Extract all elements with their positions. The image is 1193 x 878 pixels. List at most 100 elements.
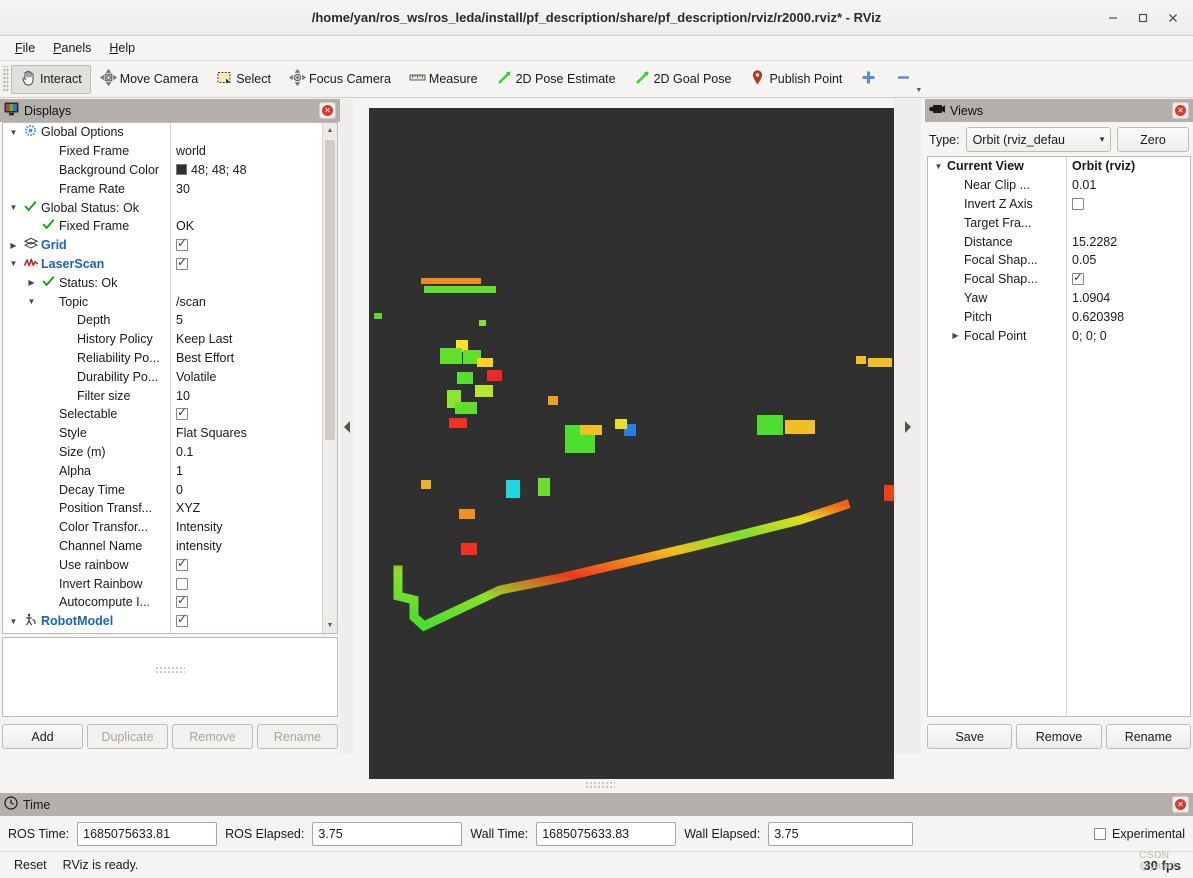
collapse-left-arrow-icon[interactable] (343, 420, 350, 433)
collapse-right-arrow-icon[interactable] (904, 420, 911, 433)
row-value-cell[interactable]: Orbit (rviz) (1066, 159, 1190, 173)
display-tree-row[interactable]: Color Transfor... Intensity (3, 518, 322, 537)
views-tree-row[interactable]: ▶ Focal Point 0; 0; 0 (928, 326, 1190, 345)
row-value-cell[interactable]: 0.1 (170, 445, 322, 459)
display-tree-row[interactable]: ▼ Global Status: Ok (3, 198, 322, 217)
displays-close-button[interactable]: ✕ (319, 102, 336, 119)
tool-interact-button[interactable]: Interact (11, 64, 91, 94)
display-tree-row[interactable]: Channel Name intensity (3, 537, 322, 556)
chevron-down-icon[interactable]: ▼ (7, 128, 20, 137)
display-tree-row[interactable]: Background Color 48; 48; 48 (3, 161, 322, 180)
displays-add-button[interactable]: Add (2, 724, 83, 749)
view-type-combobox[interactable]: Orbit (rviz_defau ▼ (965, 127, 1111, 152)
tool-2d-goal-pose-button[interactable]: 2D Goal Pose (625, 65, 741, 94)
display-tree-row[interactable]: Style Flat Squares (3, 424, 322, 443)
zero-button[interactable]: Zero (1117, 127, 1189, 152)
time-field-ros-elapsed[interactable]: 3.75 (312, 822, 463, 846)
display-tree-row[interactable]: ▼ Global Options (3, 123, 322, 142)
color-swatch[interactable] (176, 164, 187, 176)
display-tree-row[interactable]: Reliability Po... Best Effort (3, 349, 322, 368)
row-value-cell[interactable]: 15.2282 (1066, 235, 1190, 249)
row-value-cell[interactable]: 0.05 (1066, 253, 1190, 267)
chevron-down-icon[interactable]: ▼ (7, 203, 20, 212)
views-tree-row[interactable]: Focal Shap... 0.05 (928, 251, 1190, 270)
display-tree-row[interactable]: History Policy Keep Last (3, 330, 322, 349)
row-value-cell[interactable]: 1.0904 (1066, 291, 1190, 305)
display-tree-row[interactable]: Decay Time 0 (3, 480, 322, 499)
views-tree-row[interactable]: Near Clip ... 0.01 (928, 176, 1190, 195)
scroll-up-arrow-icon[interactable]: ▲ (323, 123, 337, 138)
row-value-cell[interactable]: 10 (170, 389, 322, 403)
display-tree-row[interactable]: Alpha 1 (3, 461, 322, 480)
displays-scrollbar-thumb[interactable] (325, 140, 335, 440)
row-value-cell[interactable] (1066, 197, 1190, 210)
row-value-cell[interactable] (170, 408, 322, 421)
display-tree-row[interactable]: Depth 5 (3, 311, 322, 330)
views-column-divider[interactable] (1066, 157, 1067, 716)
right-splitter[interactable] (894, 99, 921, 754)
views-tree-row[interactable]: ▼ Current View Orbit (rviz) (928, 157, 1190, 176)
row-value-cell[interactable]: Volatile (170, 370, 322, 384)
display-tree-row[interactable]: Selectable (3, 405, 322, 424)
chevron-down-icon[interactable]: ▼ (932, 162, 945, 171)
chevron-down-icon[interactable]: ▼ (7, 617, 20, 626)
display-tree-row[interactable]: ▶ Status: Ok (3, 273, 322, 292)
time-field-wall-elapsed[interactable]: 3.75 (768, 822, 914, 846)
tool-2d-pose-estimate-button[interactable]: 2D Pose Estimate (487, 65, 625, 94)
display-tree-row[interactable]: ▶ Grid (3, 236, 322, 255)
left-splitter[interactable] (340, 99, 353, 754)
row-value-cell[interactable] (170, 558, 322, 571)
tool-publish-point-button[interactable]: Publish Point (740, 65, 851, 94)
views-tree-row[interactable]: Distance 15.2282 (928, 232, 1190, 251)
row-value-cell[interactable]: world (170, 144, 322, 158)
row-value-cell[interactable]: OK (170, 219, 322, 233)
scroll-down-arrow-icon[interactable]: ▼ (323, 618, 337, 633)
row-value-cell[interactable] (170, 257, 322, 270)
row-value-cell[interactable]: 48; 48; 48 (170, 163, 322, 177)
toolbar-drag-handle[interactable] (2, 66, 9, 92)
minimize-button[interactable] (1099, 4, 1127, 32)
tool-plus-button[interactable] (851, 65, 886, 94)
views-tree-row[interactable]: Yaw 1.0904 (928, 289, 1190, 308)
row-value-cell[interactable]: Flat Squares (170, 426, 322, 440)
row-checkbox[interactable] (1072, 197, 1084, 210)
row-checkbox[interactable] (1072, 273, 1084, 286)
row-value-cell[interactable]: intensity (170, 539, 322, 553)
display-tree-row[interactable]: Autocompute I... (3, 593, 322, 612)
menu-panels[interactable]: Panels (44, 39, 100, 57)
views-save-button[interactable]: Save (927, 724, 1013, 749)
views-close-button[interactable]: ✕ (1172, 102, 1189, 119)
row-checkbox[interactable] (176, 577, 188, 590)
row-checkbox[interactable] (176, 408, 188, 421)
views-tree-row[interactable]: Focal Shap... (928, 270, 1190, 289)
row-checkbox[interactable] (176, 257, 188, 270)
display-tree-row[interactable]: Durability Po... Volatile (3, 367, 322, 386)
row-value-cell[interactable]: Best Effort (170, 351, 322, 365)
menu-file[interactable]: File (6, 39, 44, 57)
row-value-cell[interactable]: 1 (170, 464, 322, 478)
row-value-cell[interactable]: 0 (170, 483, 322, 497)
row-checkbox[interactable] (176, 615, 188, 628)
row-value-cell[interactable]: 0; 0; 0 (1066, 329, 1190, 343)
display-tree-row[interactable]: Use rainbow (3, 555, 322, 574)
time-close-button[interactable]: ✕ (1172, 796, 1189, 813)
chevron-right-icon[interactable]: ▶ (949, 331, 962, 340)
displays-tree[interactable]: ▼ Global Options Fixed Frame world Backgroun… (3, 123, 322, 633)
display-tree-row[interactable]: ▼ Topic/scan (3, 292, 322, 311)
maximize-button[interactable] (1129, 4, 1157, 32)
row-checkbox[interactable] (176, 596, 188, 609)
display-tree-row[interactable]: Size (m) 0.1 (3, 443, 322, 462)
row-value-cell[interactable]: 0.620398 (1066, 310, 1190, 324)
row-value-cell[interactable] (170, 577, 322, 590)
display-tree-row[interactable]: Fixed Frame world (3, 142, 322, 161)
row-value-cell[interactable]: Keep Last (170, 332, 322, 346)
reset-button[interactable]: Reset (6, 854, 55, 876)
displays-scrollbar[interactable]: ▲ ▼ (322, 123, 337, 633)
experimental-checkbox[interactable] (1094, 828, 1107, 840)
row-value-cell[interactable] (1066, 273, 1190, 286)
toolbar-overflow-caret-icon[interactable]: ▼ (915, 87, 922, 94)
tool-measure-button[interactable]: Measure (400, 65, 487, 94)
views-rename-button[interactable]: Rename (1105, 724, 1191, 749)
row-value-cell[interactable]: 5 (170, 313, 322, 327)
chevron-down-icon[interactable]: ▼ (7, 259, 20, 268)
